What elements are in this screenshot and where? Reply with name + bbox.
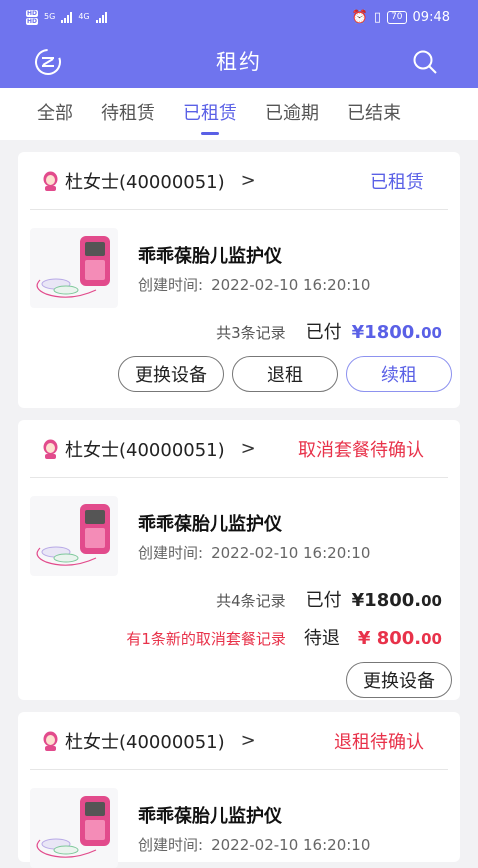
created-time: 2022-02-10 16:20:10 <box>211 276 371 294</box>
filter-icon[interactable] <box>34 48 62 76</box>
customer-name: 杜女士(40000051) <box>65 731 225 753</box>
user-avatar-icon <box>43 171 58 191</box>
product-image <box>30 496 118 576</box>
order-card[interactable]: 杜女士(40000051) > 取消套餐待确认 乖乖葆胎儿监护仪 创建时间: 20… <box>18 420 460 700</box>
product-image <box>30 228 118 308</box>
order-card-header[interactable]: 杜女士(40000051) > 取消套餐待确认 <box>30 420 448 478</box>
chevron-right-icon: > <box>240 170 256 191</box>
product-name: 乖乖葆胎儿监护仪 <box>138 806 282 827</box>
created-time: 2022-02-10 16:20:10 <box>211 836 371 854</box>
order-summary: 共3条记录 已付 ¥1800.00 <box>30 318 460 344</box>
paid-amount: ¥1800.00 <box>351 322 442 343</box>
battery-icon: 70 <box>387 10 407 24</box>
refund-amount: ¥ 800.00 <box>357 628 442 649</box>
network-5g-indicator: 5G <box>44 12 56 21</box>
order-status: 取消套餐待确认 <box>298 439 424 461</box>
order-card[interactable]: 杜女士(40000051) > 已租赁 乖乖葆胎儿监护仪 创建时间: 2022-0… <box>18 152 460 408</box>
return-rent-button[interactable]: 退租 <box>232 356 338 392</box>
order-status: 已租赁 <box>370 171 424 193</box>
paid-amount: ¥1800.00 <box>351 590 442 611</box>
created-label: 创建时间: <box>138 276 204 294</box>
signal-icon <box>61 11 73 23</box>
user-avatar-icon <box>43 439 58 459</box>
page-title: 租约 <box>216 50 262 74</box>
status-tabs: 全部 待租赁 已租赁 已逾期 已结束 <box>0 88 478 140</box>
tab-overdue[interactable]: 已逾期 <box>265 88 319 140</box>
renew-button[interactable]: 续租 <box>346 356 452 392</box>
order-card-header[interactable]: 杜女士(40000051) > 已租赁 <box>30 152 448 210</box>
record-count: 共4条记录 <box>216 592 286 610</box>
product-row[interactable]: 乖乖葆胎儿监护仪 创建时间: 2022-02-10 16:20:10 <box>30 210 460 308</box>
order-status: 退租待确认 <box>334 731 424 753</box>
change-device-button[interactable]: 更换设备 <box>118 356 224 392</box>
status-bar: HD HD 5G 4G ⏰ ▯ 70 09:48 <box>0 0 478 34</box>
product-row[interactable]: 乖乖葆胎儿监护仪 创建时间: 2022-02-10 16:20:10 <box>30 478 460 576</box>
paid-label: 已付 <box>305 322 342 343</box>
paid-label: 已付 <box>305 590 342 611</box>
search-icon[interactable] <box>412 49 438 75</box>
order-card[interactable]: 杜女士(40000051) > 退租待确认 乖乖葆胎儿监护仪 创建时间: 2022… <box>18 712 460 868</box>
app-bar: 租约 <box>0 34 478 88</box>
product-image <box>30 788 118 868</box>
order-actions: 更换设备 <box>30 662 460 698</box>
record-count: 共3条记录 <box>216 324 286 342</box>
created-time: 2022-02-10 16:20:10 <box>211 544 371 562</box>
signal-icon <box>95 11 107 23</box>
vibrate-icon: ▯ <box>373 9 382 25</box>
order-actions: 更换设备 退租 续租 <box>30 356 460 392</box>
user-avatar-icon <box>43 731 58 751</box>
product-name: 乖乖葆胎儿监护仪 <box>138 246 282 267</box>
customer-name: 杜女士(40000051) <box>65 439 225 461</box>
customer-name: 杜女士(40000051) <box>65 171 225 193</box>
alarm-icon: ⏰ <box>351 9 368 25</box>
cancel-record-notice[interactable]: 有1条新的取消套餐记录 <box>126 628 286 649</box>
tab-finished[interactable]: 已结束 <box>347 88 401 140</box>
order-summary: 共4条记录 已付 ¥1800.00 <box>30 586 460 612</box>
tab-pending-rent[interactable]: 待租赁 <box>101 88 155 140</box>
tab-rented[interactable]: 已租赁 <box>183 88 237 140</box>
change-device-button[interactable]: 更换设备 <box>346 662 452 698</box>
chevron-right-icon: > <box>240 730 256 751</box>
tab-all[interactable]: 全部 <box>37 88 73 140</box>
created-label: 创建时间: <box>138 836 204 854</box>
network-4g-indicator: 4G <box>78 12 90 21</box>
chevron-right-icon: > <box>240 438 256 459</box>
product-name: 乖乖葆胎儿监护仪 <box>138 514 282 535</box>
order-card-header[interactable]: 杜女士(40000051) > 退租待确认 <box>30 712 448 770</box>
cancel-notice-row: 有1条新的取消套餐记录 待退 ¥ 800.00 <box>30 624 460 650</box>
clock: 09:48 <box>412 9 450 25</box>
product-row[interactable]: 乖乖葆胎儿监护仪 创建时间: 2022-02-10 16:20:10 <box>30 770 460 868</box>
refund-label: 待退 <box>303 628 340 649</box>
created-label: 创建时间: <box>138 544 204 562</box>
